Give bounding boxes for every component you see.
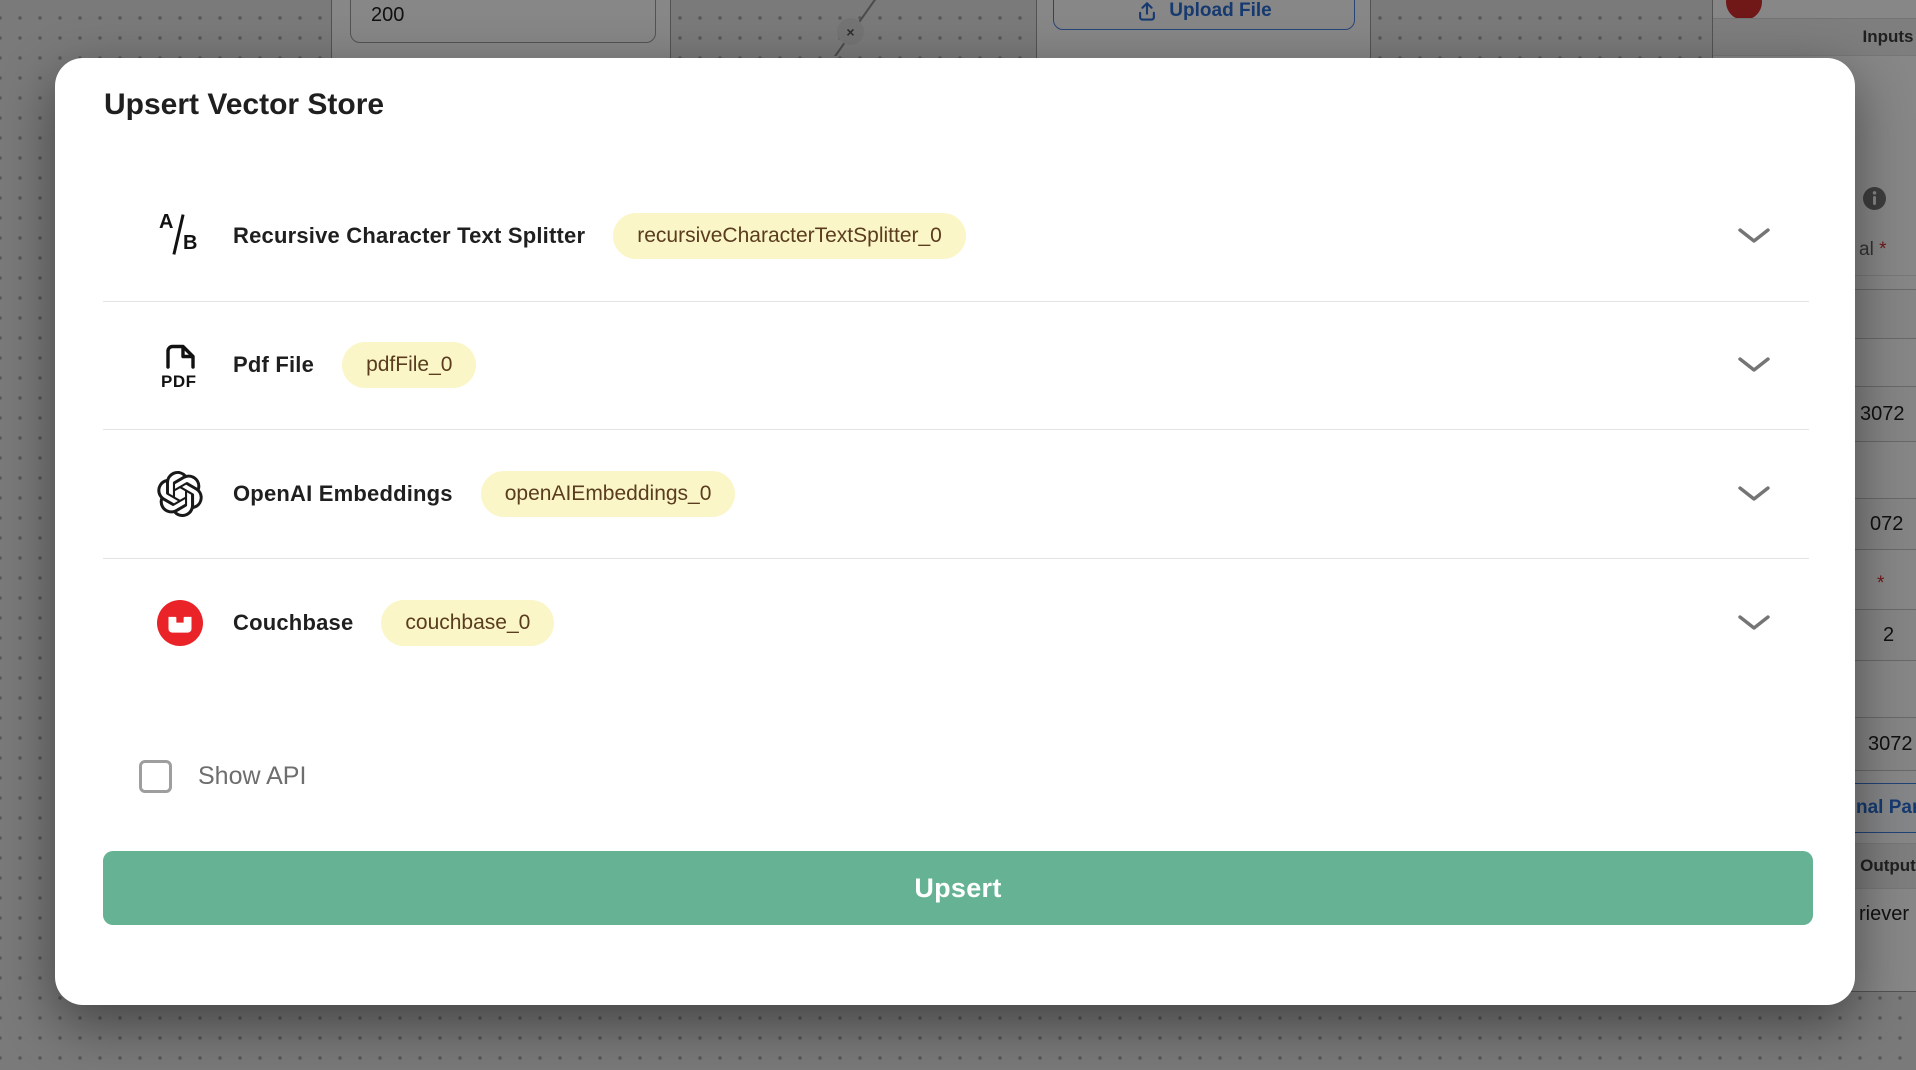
show-api-label: Show API	[198, 762, 306, 791]
node-id-badge: couchbase_0	[381, 600, 554, 646]
node-label: Couchbase	[233, 610, 353, 636]
divider	[103, 301, 1809, 302]
show-api-row: Show API	[139, 760, 306, 793]
chevron-down-icon[interactable]	[1737, 614, 1771, 632]
show-api-checkbox[interactable]	[139, 760, 172, 793]
dialog-title: Upsert Vector Store	[104, 88, 384, 122]
divider	[103, 429, 1809, 430]
upsert-button[interactable]: Upsert	[103, 851, 1813, 925]
accordion-row-openai-embeddings[interactable]: OpenAI Embeddings openAIEmbeddings_0	[155, 468, 1771, 520]
upsert-vector-store-dialog: Upsert Vector Store A B Recursive Charac…	[55, 58, 1855, 1005]
node-id-badge: pdfFile_0	[342, 342, 476, 388]
node-id-badge: openAIEmbeddings_0	[481, 471, 736, 517]
node-label: Pdf File	[233, 352, 314, 378]
svg-text:PDF: PDF	[161, 372, 197, 390]
app-stage: 200 × Upload File Inputs al * 3072 07	[0, 0, 1916, 1070]
accordion-row-text-splitter[interactable]: A B Recursive Character Text Splitter re…	[155, 210, 1771, 262]
divider	[103, 558, 1809, 559]
accordion-row-pdf-file[interactable]: PDF Pdf File pdfFile_0	[155, 339, 1771, 391]
text-splitter-ab-icon: A B	[158, 211, 202, 261]
node-label: OpenAI Embeddings	[233, 481, 453, 507]
chevron-down-icon[interactable]	[1737, 227, 1771, 245]
pdf-file-icon: PDF	[160, 340, 200, 390]
couchbase-icon	[157, 600, 203, 646]
chevron-down-icon[interactable]	[1737, 356, 1771, 374]
accordion-row-couchbase[interactable]: Couchbase couchbase_0	[155, 597, 1771, 649]
openai-icon	[157, 471, 203, 517]
chevron-down-icon[interactable]	[1737, 485, 1771, 503]
node-label: Recursive Character Text Splitter	[233, 223, 585, 249]
node-id-badge: recursiveCharacterTextSplitter_0	[613, 213, 966, 259]
